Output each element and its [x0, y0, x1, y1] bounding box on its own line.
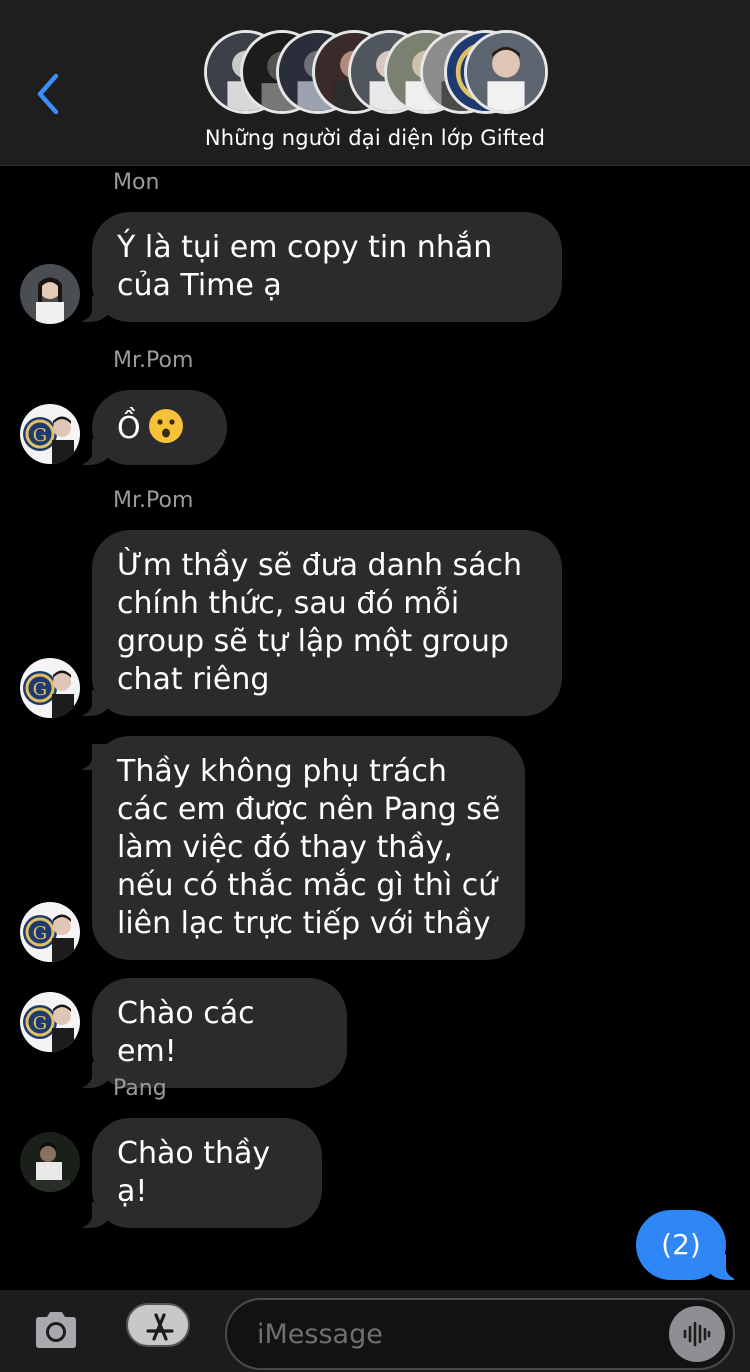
message-text: Ý là tụi em copy tin nhắn của Time ạ: [117, 230, 493, 303]
sender-name: Mr.Pom: [113, 488, 194, 513]
sender-avatar[interactable]: G: [20, 992, 80, 1052]
app-store-button[interactable]: [126, 1303, 190, 1347]
message-bubble[interactable]: Ồ: [74, 390, 227, 465]
camera-icon: [36, 1312, 76, 1348]
message-text: Chào thầy ạ!: [117, 1136, 271, 1209]
message-input[interactable]: [257, 1314, 637, 1354]
message-text: (2): [661, 1228, 701, 1261]
sender-name: Mon: [113, 170, 160, 195]
conversation-header: G Những người đại diện lớp Gifted: [0, 0, 750, 166]
sender-name: Mr.Pom: [113, 348, 194, 373]
sender-name: Pang: [113, 1076, 167, 1101]
sender-avatar[interactable]: [20, 264, 80, 324]
svg-text:G: G: [33, 425, 47, 446]
message-text: Chào các em!: [117, 996, 255, 1069]
message-text: Ồ: [117, 411, 141, 446]
member-avatar: [464, 30, 548, 114]
sender-avatar[interactable]: G: [20, 902, 80, 962]
app-store-icon: [146, 1313, 174, 1341]
message-bubble[interactable]: Chào thầy ạ!: [74, 1118, 322, 1228]
message-bubble[interactable]: Chào các em!: [74, 978, 347, 1088]
frowning-face-icon: [148, 409, 183, 443]
back-button[interactable]: [30, 70, 70, 118]
camera-button[interactable]: [32, 1310, 80, 1350]
group-avatars[interactable]: G: [204, 30, 548, 114]
message-field[interactable]: [225, 1298, 735, 1370]
svg-text:G: G: [33, 679, 47, 700]
svg-text:G: G: [33, 923, 47, 944]
svg-text:G: G: [33, 1013, 47, 1034]
message-bubble[interactable]: Ừm thầy sẽ đưa danh sách chính thức, sau…: [74, 530, 562, 716]
message-text: Thầy không phụ trách các em được nên Pan…: [117, 754, 501, 941]
audio-message-button[interactable]: [669, 1306, 725, 1362]
sender-avatar[interactable]: G: [20, 658, 80, 718]
outgoing-message-bubble[interactable]: (2): [636, 1210, 744, 1280]
group-title[interactable]: Những người đại diện lớp Gifted: [0, 126, 750, 150]
message-bubble[interactable]: Thầy không phụ trách các em được nên Pan…: [92, 736, 525, 960]
compose-bar: [0, 1290, 750, 1372]
sender-avatar[interactable]: G: [20, 404, 80, 464]
message-text: Ừm thầy sẽ đưa danh sách chính thức, sau…: [117, 548, 523, 697]
chevron-left-icon: [37, 73, 59, 115]
waveform-icon: [683, 1321, 711, 1347]
sender-avatar[interactable]: [20, 1132, 80, 1192]
message-bubble[interactable]: Ý là tụi em copy tin nhắn của Time ạ: [74, 212, 562, 322]
